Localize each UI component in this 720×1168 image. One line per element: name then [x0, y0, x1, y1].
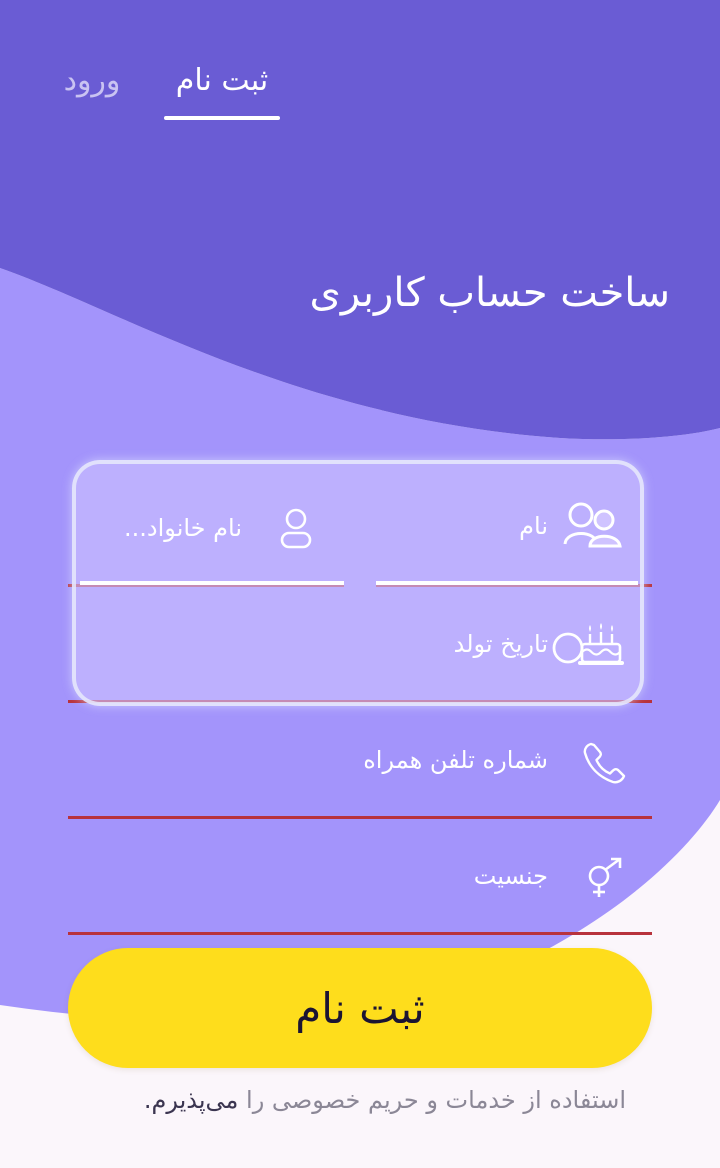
gender-underline [68, 932, 652, 935]
terms-accept-link[interactable]: می‌پذیرم [151, 1086, 238, 1114]
birthday-cake-icon [552, 620, 624, 672]
first-name-input[interactable]: نام [519, 508, 548, 544]
last-name-input[interactable]: نام خانواد... [124, 510, 242, 546]
phone-input[interactable]: شماره تلفن همراه [363, 742, 548, 778]
terms-text: استفاده از خدمات و حریم خصوصی را می‌پذیر… [60, 1086, 626, 1114]
glass-divider-left [80, 581, 344, 585]
tab-register[interactable]: ثبت نام [164, 56, 280, 106]
active-tab-indicator [164, 116, 280, 120]
user-icon [278, 508, 314, 554]
submit-button[interactable]: ثبت نام [68, 948, 652, 1068]
gender-select[interactable]: جنسیت [474, 858, 548, 894]
users-icon [562, 500, 624, 554]
phone-icon [582, 740, 626, 788]
glass-divider-right [376, 581, 638, 585]
birth-date-input[interactable]: تاریخ تولد [454, 626, 548, 662]
page-title: ساخت حساب کاربری [309, 270, 670, 316]
tab-login[interactable]: ورود [56, 56, 128, 106]
gender-icon [582, 856, 626, 904]
phone-underline [68, 816, 652, 819]
submit-button-label: ثبت نام [295, 983, 425, 1033]
terms-prefix: استفاده از خدمات و حریم خصوصی را [246, 1086, 626, 1114]
